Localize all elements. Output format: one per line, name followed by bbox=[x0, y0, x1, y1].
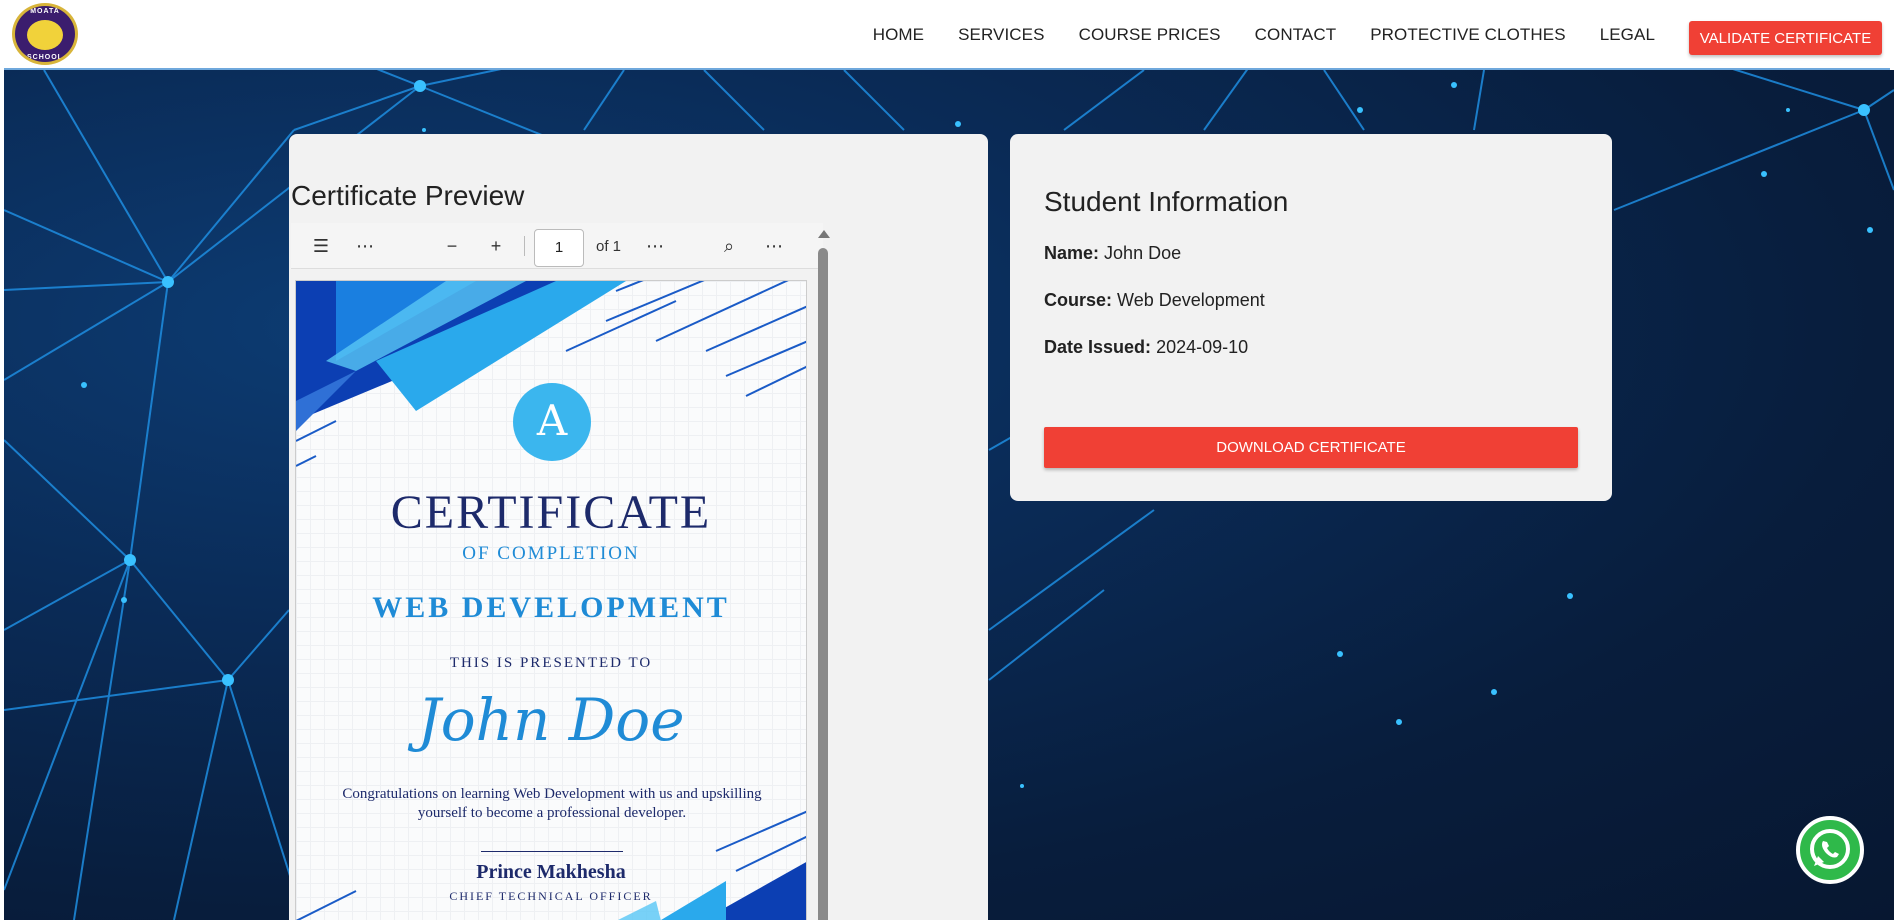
name-label: Name: bbox=[1044, 243, 1100, 263]
info-name-row: Name: John Doe bbox=[1044, 243, 1181, 264]
nav-home[interactable]: HOME bbox=[873, 25, 924, 45]
more-options-icon[interactable]: ⋯ bbox=[352, 233, 378, 259]
school-logo[interactable]: MOATA SCHOOL bbox=[12, 3, 78, 65]
certificate-recipient-name: John Doe bbox=[417, 686, 685, 754]
nav-course-prices[interactable]: COURSE PRICES bbox=[1079, 25, 1221, 45]
info-title: Student Information bbox=[1044, 186, 1289, 217]
validate-certificate-button[interactable]: VALIDATE CERTIFICATE bbox=[1689, 21, 1882, 55]
certificate-message: Congratulations on learning Web Developm… bbox=[342, 786, 762, 821]
search-icon[interactable]: ⌕ bbox=[716, 233, 742, 259]
course-label: Course: bbox=[1044, 290, 1113, 310]
site-header: MOATA SCHOOL HOME SERVICES COURSE PRICES… bbox=[4, 0, 1890, 70]
scroll-thumb[interactable] bbox=[818, 248, 828, 920]
page-number-input[interactable]: 1 bbox=[534, 229, 584, 267]
zoom-in-icon[interactable]: + bbox=[483, 233, 509, 259]
info-course-row: Course: Web Development bbox=[1044, 290, 1265, 311]
logo-top-text: MOATA bbox=[30, 8, 60, 15]
preview-title: Certificate Preview bbox=[291, 180, 525, 211]
student-information-panel: Student Information Name: John Doe Cours… bbox=[1010, 134, 1612, 501]
download-certificate-button[interactable]: DOWNLOAD CERTIFICATE bbox=[1044, 427, 1578, 468]
name-value: John Doe bbox=[1104, 243, 1182, 263]
certificate-preview-panel: Certificate Preview ☰ ⋯ − + 1 of 1 ⋯ ⌕ ⋯ bbox=[289, 134, 988, 920]
info-date-row: Date Issued: 2024-09-10 bbox=[1044, 337, 1248, 358]
toolbar-separator bbox=[524, 236, 525, 256]
signature-line bbox=[481, 851, 623, 852]
whatsapp-icon[interactable] bbox=[1796, 816, 1864, 884]
page-more-icon[interactable]: ⋯ bbox=[642, 233, 668, 259]
whatsapp-glyph bbox=[1810, 829, 1850, 869]
certificate-presented: THIS IS PRESENTED TO bbox=[449, 655, 653, 671]
logo-bottom-text: SCHOOL bbox=[27, 54, 63, 61]
course-value: Web Development bbox=[1117, 290, 1265, 310]
date-value: 2024-09-10 bbox=[1156, 337, 1249, 357]
certificate-signer-role: CHIEF TECHNICAL OFFICER bbox=[449, 889, 653, 903]
certificate-signer: Prince Makhesha bbox=[476, 861, 626, 883]
nav-contact[interactable]: CONTACT bbox=[1255, 25, 1337, 45]
pdf-toolbar: ☰ ⋯ − + 1 of 1 ⋯ ⌕ ⋯ bbox=[291, 223, 823, 269]
nav-services[interactable]: SERVICES bbox=[958, 25, 1044, 45]
nav-legal[interactable]: LEGAL bbox=[1600, 25, 1655, 45]
outline-list-icon[interactable]: ☰ bbox=[308, 233, 334, 259]
zoom-out-icon[interactable]: − bbox=[439, 233, 465, 259]
certificate-subtitle: OF COMPLETION bbox=[462, 543, 640, 564]
toolbar-more-icon[interactable]: ⋯ bbox=[761, 233, 787, 259]
page-count: of 1 bbox=[596, 238, 622, 255]
nav-protective-clothes[interactable]: PROTECTIVE CLOTHES bbox=[1370, 25, 1565, 45]
certificate-title: CERTIFICATE bbox=[390, 486, 712, 539]
certificate-course: WEB DEVELOPMENT bbox=[372, 591, 730, 624]
certificate-logo-icon: A bbox=[513, 383, 591, 461]
certificate-page: A CERTIFICATE OF COMPLETION WEB DEVELOPM… bbox=[295, 280, 807, 920]
pdf-scrollbar[interactable] bbox=[817, 230, 830, 920]
date-label: Date Issued: bbox=[1044, 337, 1152, 357]
scroll-up-arrow-icon[interactable] bbox=[818, 230, 830, 238]
logo-emblem bbox=[27, 20, 63, 50]
main-nav: HOME SERVICES COURSE PRICES CONTACT PROT… bbox=[839, 0, 1655, 70]
